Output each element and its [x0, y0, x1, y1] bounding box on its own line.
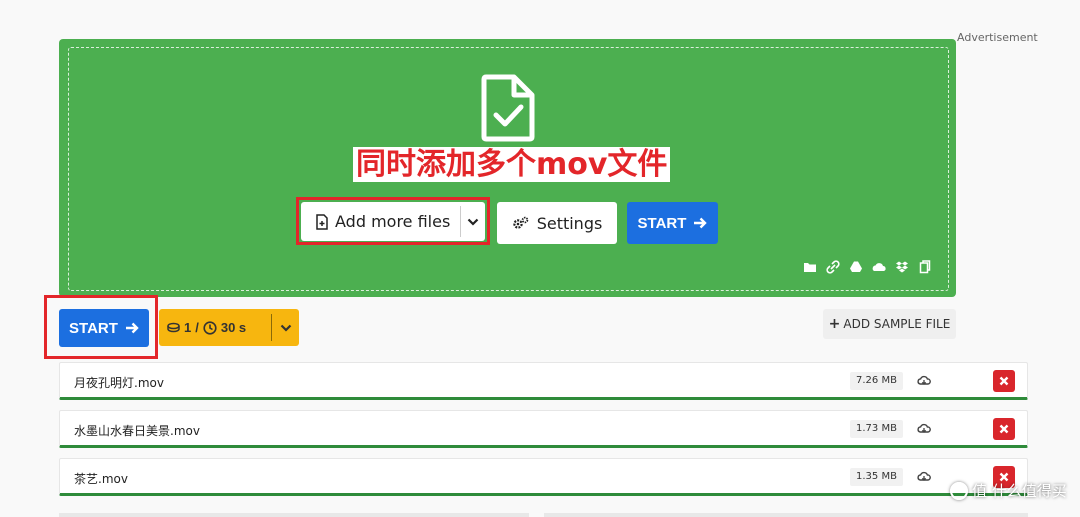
file-check-icon: [481, 74, 535, 142]
settings-button[interactable]: Settings: [497, 202, 617, 244]
file-row: 月夜孔明灯.mov 7.26 MB: [59, 362, 1028, 400]
file-name: 水墨山水春日美景.mov: [74, 424, 200, 438]
add-sample-file-button[interactable]: + ADD SAMPLE FILE: [823, 309, 956, 339]
close-icon: [999, 424, 1009, 434]
advertisement-label: Advertisement: [957, 31, 1038, 44]
arrow-right-icon: [694, 217, 708, 229]
file-name: 茶艺.mov: [74, 472, 128, 486]
plus-icon: +: [828, 316, 841, 332]
highlight-box: [44, 295, 158, 359]
quota-count: 1: [184, 320, 192, 335]
file-size-badge: 7.26 MB: [850, 372, 903, 390]
file-row: 水墨山水春日美景.mov 1.73 MB: [59, 410, 1028, 448]
delete-file-button[interactable]: [993, 370, 1015, 392]
quota-dropdown-toggle[interactable]: [272, 309, 299, 346]
close-icon: [999, 376, 1009, 386]
settings-label: Settings: [536, 213, 603, 233]
quota-separator: /: [195, 320, 199, 335]
start-button-top[interactable]: START: [627, 202, 718, 244]
clock-icon: [203, 320, 217, 335]
conversion-quota[interactable]: 1 / 30 s: [159, 309, 299, 346]
file-name: 月夜孔明灯.mov: [74, 376, 164, 390]
footer-strip: [544, 513, 1028, 517]
start-label: START: [637, 214, 687, 232]
delete-file-button[interactable]: [993, 418, 1015, 440]
cloud-download-icon[interactable]: [917, 422, 931, 435]
clipboard-icon[interactable]: [918, 260, 932, 274]
add-sample-label: ADD SAMPLE FILE: [843, 317, 951, 331]
cloud-download-icon[interactable]: [917, 374, 931, 387]
watermark-logo: [950, 481, 968, 500]
cloud-download-icon[interactable]: [917, 470, 931, 483]
coins-icon: [167, 322, 180, 333]
file-size-badge: 1.35 MB: [850, 468, 903, 486]
gears-icon: [512, 216, 528, 229]
chevron-down-icon: [280, 324, 291, 332]
folder-icon[interactable]: [803, 260, 817, 274]
watermark-text: 值 什么值得买: [972, 482, 1067, 500]
file-size-badge: 1.73 MB: [850, 420, 903, 438]
file-row: 茶艺.mov 1.35 MB: [59, 458, 1028, 496]
dropbox-icon[interactable]: [895, 260, 909, 274]
footer-strip: [59, 513, 529, 517]
quota-time: 30 s: [220, 320, 247, 335]
link-icon[interactable]: [826, 260, 840, 274]
highlight-box: [296, 197, 490, 245]
annotation-text: 同时添加多个mov文件: [353, 147, 671, 182]
onedrive-icon[interactable]: [872, 260, 886, 274]
google-drive-icon[interactable]: [849, 260, 863, 274]
cloud-source-icons: [803, 260, 932, 274]
watermark: 值 什么值得买: [950, 480, 1067, 501]
